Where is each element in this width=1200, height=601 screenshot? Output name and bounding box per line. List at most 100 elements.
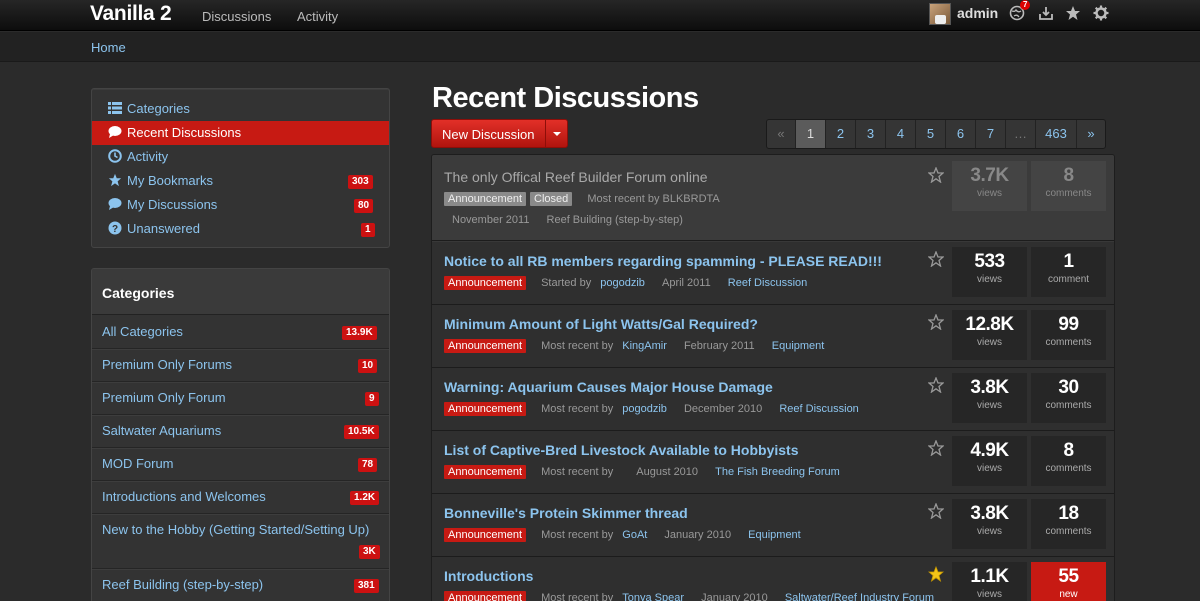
meta-prefix: Most recent by (541, 340, 614, 352)
comments-stat: 8 comments (1031, 161, 1106, 211)
pager-page-last[interactable]: 463 (1036, 120, 1077, 148)
views-label: views (976, 274, 1002, 285)
meta-prefix: Most recent by (541, 529, 614, 541)
views-count: 12.8K (965, 314, 1014, 335)
views-count: 1.1K (970, 566, 1009, 587)
meta-user[interactable]: BLKBRDTA (663, 193, 720, 205)
category-count: 13.9K (342, 326, 377, 340)
comments-label: comments (1045, 337, 1092, 348)
sidebar-item-categories[interactable]: Categories (92, 97, 389, 121)
meta-category[interactable]: Reef Discussion (779, 403, 858, 415)
meta-category[interactable]: Reef Discussion (728, 277, 807, 289)
pager-page-3[interactable]: 3 (856, 120, 886, 148)
meta-user[interactable]: pogodzib (622, 403, 667, 415)
pager-page-7[interactable]: 7 (976, 120, 1006, 148)
meta-category[interactable]: Saltwater/Reef Industry Forum (785, 592, 934, 601)
discussion-title[interactable]: Notice to all RB members regarding spamm… (444, 253, 882, 269)
sidebar-item-activity[interactable]: Activity (92, 145, 389, 169)
discussion-meta: Announcement Most recent by GoAt January… (444, 528, 801, 542)
meta-prefix: Most recent by (541, 403, 614, 415)
nav-discussions[interactable]: Discussions (202, 9, 271, 24)
discussion-title[interactable]: Bonneville's Protein Skimmer thread (444, 505, 688, 521)
meta-user[interactable]: GoAt (622, 529, 647, 541)
meta-category[interactable]: The Fish Breeding Forum (715, 466, 840, 478)
bookmark-star-icon[interactable] (1065, 5, 1081, 21)
meta-prefix: Most recent by (587, 193, 660, 205)
comments-label: comments (1045, 188, 1092, 199)
discussion-row: Warning: Aquarium Causes Major House Dam… (432, 368, 1114, 431)
category-item[interactable]: Reef Building (step-by-step) 381 (92, 569, 389, 601)
new-comments-stat[interactable]: 55 new (1031, 562, 1106, 601)
category-item[interactable]: All Categories 13.9K (92, 316, 389, 349)
pager-page-5[interactable]: 5 (916, 120, 946, 148)
discussion-title[interactable]: The only Offical Reef Builder Forum onli… (444, 169, 708, 185)
inbox-download-icon[interactable] (1038, 5, 1054, 21)
category-count: 3K (359, 545, 380, 559)
new-comments-label: new (1059, 589, 1078, 600)
meta-category[interactable]: Reef Building (step-by-step) (547, 214, 683, 226)
unanswered-count-badge: 1 (361, 223, 375, 237)
nav-activity[interactable]: Activity (297, 9, 338, 24)
comments-stat: 99 comments (1031, 310, 1106, 360)
discussion-row: Bonneville's Protein Skimmer thread Anno… (432, 494, 1114, 557)
sidebar-item-my-discussions[interactable]: My Discussions 80 (92, 193, 389, 217)
closed-tag: Closed (530, 192, 573, 206)
sidebar-menu: Categories Recent Discussions Activity M… (91, 88, 390, 248)
category-item[interactable]: Premium Only Forum 9 (92, 382, 389, 415)
category-item[interactable]: Introductions and Welcomes 1.2K (92, 481, 389, 514)
discussion-meta: Announcement Closed Most recent by BLKBRD… (444, 192, 720, 206)
announcement-tag: Announcement (444, 402, 526, 416)
sidebar-item-label: Categories (127, 101, 190, 116)
category-count: 381 (354, 579, 379, 593)
meta-category[interactable]: Equipment (772, 340, 825, 352)
pager-page-1[interactable]: 1 (796, 120, 826, 148)
bookmark-star-icon[interactable] (927, 313, 945, 331)
new-discussion-button[interactable]: New Discussion (431, 119, 568, 148)
meta-date: December 2010 (683, 403, 763, 415)
comments-stat: 18 comments (1031, 499, 1106, 549)
discussion-list: The only Offical Reef Builder Forum onli… (431, 154, 1115, 601)
chevron-down-icon[interactable] (545, 120, 567, 147)
bookmark-star-icon[interactable] (927, 166, 945, 184)
username-link[interactable]: admin (957, 5, 998, 21)
meta-user[interactable]: Tonya Spear (622, 592, 684, 601)
meta-category[interactable]: Equipment (748, 529, 801, 541)
category-name: MOD Forum (102, 456, 174, 471)
sidebar-item-my-bookmarks[interactable]: My Bookmarks 303 (92, 169, 389, 193)
sidebar-item-label: Activity (127, 149, 169, 164)
discussion-title[interactable]: Warning: Aquarium Causes Major House Dam… (444, 379, 773, 395)
meta-user[interactable]: KingAmir (622, 340, 667, 352)
pager-page-6[interactable]: 6 (946, 120, 976, 148)
category-name: New to the Hobby (Getting Started/Settin… (102, 522, 370, 537)
meta-prefix: Most recent by (541, 466, 614, 478)
category-item[interactable]: Saltwater Aquariums 10.5K (92, 415, 389, 448)
pager-page-2[interactable]: 2 (826, 120, 856, 148)
bookmark-star-icon[interactable] (927, 376, 945, 394)
pager-page-4[interactable]: 4 (886, 120, 916, 148)
brand-logo[interactable]: Vanilla 2 (90, 2, 172, 26)
breadcrumb-home[interactable]: Home (91, 40, 126, 55)
discussion-meta: Announcement Most recent by KingAmir Feb… (444, 339, 824, 353)
discussion-title[interactable]: Minimum Amount of Light Watts/Gal Requir… (444, 316, 758, 332)
meta-date: February 2011 (683, 340, 755, 352)
sidebar-item-recent-discussions[interactable]: Recent Discussions (92, 121, 389, 145)
pager-ellipsis: … (1006, 120, 1036, 148)
avatar[interactable] (929, 3, 951, 25)
pager-next[interactable]: » (1077, 120, 1105, 148)
views-stat: 3.8K views (952, 373, 1027, 423)
bookmark-star-icon[interactable] (927, 439, 945, 457)
discussion-title[interactable]: Introductions (444, 568, 533, 584)
meta-date: January 2010 (701, 592, 768, 601)
category-item[interactable]: Premium Only Forums 10 (92, 349, 389, 382)
sidebar-item-label: My Bookmarks (127, 173, 213, 188)
meta-user[interactable]: pogodzib (600, 277, 645, 289)
bookmark-star-icon[interactable] (927, 502, 945, 520)
sidebar-item-unanswered[interactable]: ? Unanswered 1 (92, 217, 389, 241)
settings-gear-icon[interactable] (1093, 5, 1109, 21)
bookmarked-star-icon[interactable] (927, 565, 945, 582)
bookmark-star-icon[interactable] (927, 250, 945, 268)
comments-count: 99 (1058, 314, 1079, 335)
category-item[interactable]: MOD Forum 78 (92, 448, 389, 481)
category-item[interactable]: New to the Hobby (Getting Started/Settin… (92, 514, 389, 569)
discussion-title[interactable]: List of Captive-Bred Livestock Available… (444, 442, 798, 458)
